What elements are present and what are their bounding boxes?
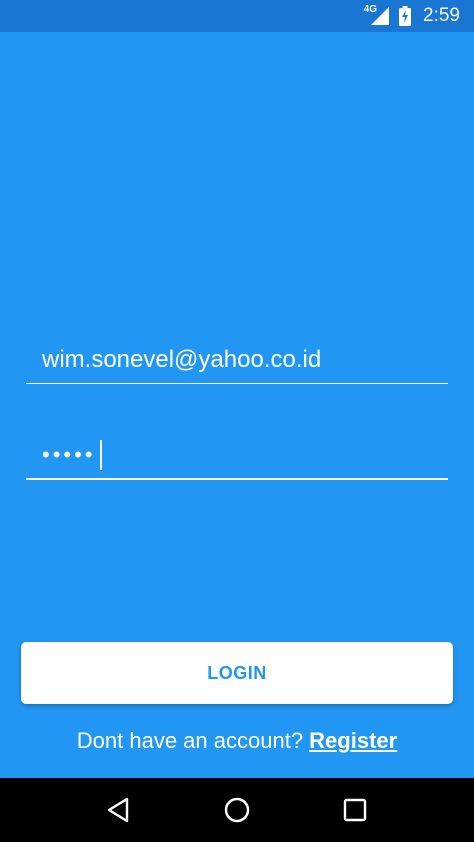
login-button[interactable]: LOGIN	[21, 642, 453, 704]
clock: 2:59	[423, 5, 460, 26]
battery-charging-icon	[399, 6, 412, 26]
back-icon[interactable]	[105, 796, 133, 824]
password-masked-value: •••••	[42, 442, 96, 467]
password-field[interactable]: •••••	[26, 434, 448, 480]
text-cursor	[99, 440, 103, 470]
navigation-bar	[0, 778, 474, 842]
home-icon[interactable]	[223, 796, 251, 824]
network-type-label: 4G	[363, 3, 378, 15]
register-prompt-text: Dont have an account?	[76, 728, 310, 753]
password-input: •••••	[42, 440, 103, 470]
login-screen: wim.sonevel@yahoo.co.id ••••• LOGIN Dont…	[0, 32, 474, 778]
recents-icon[interactable]	[341, 796, 369, 824]
register-link[interactable]: Register	[309, 728, 397, 753]
email-field[interactable]: wim.sonevel@yahoo.co.id	[26, 340, 448, 384]
email-input-value: wim.sonevel@yahoo.co.id	[42, 346, 322, 373]
status-bar: 4G 2:59	[0, 0, 474, 32]
register-prompt-row: Dont have an account? Register	[0, 728, 474, 754]
